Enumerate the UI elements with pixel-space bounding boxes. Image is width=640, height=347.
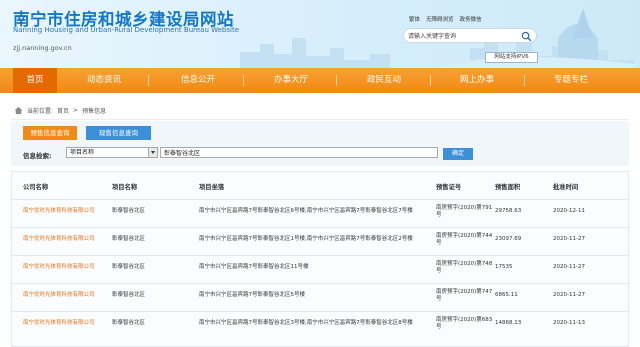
presale-cert: 南房预字(2020)第683号 bbox=[436, 316, 493, 331]
nav-news[interactable]: 动态资讯 bbox=[79, 68, 129, 93]
approval-date: 2020-11-27 bbox=[553, 264, 585, 271]
column-header: 项目名称 bbox=[112, 184, 138, 192]
company-link[interactable]: 南宁优时光体育科技有限公司 bbox=[23, 284, 111, 308]
nav-special-topics[interactable]: 专题专栏 bbox=[546, 68, 596, 93]
presale-area: 29758.63 bbox=[495, 208, 522, 215]
presale-cert: 南房预字(2020)第748号 bbox=[436, 260, 493, 275]
accessibility-link[interactable]: 无障碍浏览 bbox=[426, 15, 454, 23]
project-name: 彰泰智谷北区 bbox=[112, 320, 146, 327]
breadcrumb-current: 预售信息 bbox=[82, 107, 107, 115]
column-header: 项目坐落 bbox=[199, 184, 225, 192]
presale-area: 23097.69 bbox=[495, 236, 522, 243]
nav-home[interactable]: 首页 bbox=[13, 68, 57, 93]
search-icon[interactable] bbox=[521, 31, 532, 42]
company-link[interactable]: 南宁优时光体育科技有限公司 bbox=[23, 200, 111, 224]
nav-divider bbox=[148, 75, 149, 86]
presale-area: 17535 bbox=[495, 264, 513, 271]
presale-area: 6865.11 bbox=[495, 292, 518, 299]
breadcrumb-home[interactable]: 首页 bbox=[57, 106, 69, 115]
project-location: 南宁市兴宁区邕宾路7号彰泰智谷北区3号楼,南宁市兴宁区邕宾路7号彰泰智谷北区8号… bbox=[199, 320, 413, 327]
column-header: 预售证号 bbox=[436, 184, 462, 192]
divider bbox=[11, 119, 629, 120]
table-row[interactable]: 南宁优时光体育科技有限公司 彰泰智谷北区 南宁市兴宁区邕宾路7号彰泰智谷北区3号… bbox=[12, 311, 628, 336]
breadcrumb-separator: > bbox=[73, 106, 79, 114]
table-row[interactable]: 南宁优时光体育科技有限公司 彰泰智谷北区 南宁市兴宁区邕宾路7号彰泰智谷北区11… bbox=[12, 255, 628, 280]
column-header: 预售面积 bbox=[495, 184, 521, 192]
column-header: 批准时间 bbox=[553, 184, 579, 192]
nav-divider bbox=[430, 75, 431, 86]
column-header: 公司名称 bbox=[23, 184, 49, 192]
company-link[interactable]: 南宁优时光体育科技有限公司 bbox=[23, 256, 111, 280]
project-location: 南宁市兴宁区邕宾路7号彰泰智谷北区6号楼,南宁市兴宁区邕宾路7号彰泰智谷北区7号… bbox=[199, 208, 413, 215]
breadcrumb-prefix: 当前位置: bbox=[27, 107, 54, 115]
site-domain: zjj.nanning.gov.cn bbox=[13, 44, 72, 52]
presale-cert: 南房预字(2020)第791号 bbox=[436, 204, 493, 219]
project-name: 彰泰智谷北区 bbox=[112, 208, 146, 215]
filter-panel: 预售信息查询 现售信息查询 信息检索: 项目名称 确定 bbox=[11, 121, 629, 166]
project-name: 彰泰智谷北区 bbox=[112, 292, 146, 299]
top-links: 繁体 无障碍浏览 政务微信 bbox=[409, 15, 482, 23]
presale-area: 14868.13 bbox=[495, 320, 522, 327]
company-link[interactable]: 南宁优时光体育科技有限公司 bbox=[23, 228, 111, 252]
nav-interaction[interactable]: 政民互动 bbox=[359, 68, 409, 93]
table-header: 公司名称 项目名称 项目坐落 预售证号 预售面积 批准时间 bbox=[12, 178, 628, 198]
chevron-down-icon bbox=[148, 148, 157, 157]
site-title-en: Nanning Housing and Urban-Rural Developm… bbox=[13, 26, 240, 34]
site-header: 南宁市住房和城乡建设局网站 Nanning Housing and Urban-… bbox=[0, 0, 640, 68]
approval-date: 2020-11-13 bbox=[553, 320, 585, 327]
presale-table: 公司名称 项目名称 项目坐落 预售证号 预售面积 批准时间 南宁优时光体育科技有… bbox=[11, 171, 629, 347]
tab-current-sale-query[interactable]: 现售信息查询 bbox=[86, 126, 151, 140]
nav-online-service[interactable]: 网上办事 bbox=[452, 68, 502, 93]
ipv6-badge: 网站支持IPV6 bbox=[485, 52, 538, 63]
nav-divider bbox=[243, 75, 244, 86]
filter-label: 信息检索: bbox=[23, 152, 52, 160]
search-box bbox=[403, 28, 537, 43]
nav-divider bbox=[336, 75, 337, 86]
breadcrumb: 当前位置: 首页 > 预售信息 bbox=[14, 104, 106, 116]
company-link[interactable]: 南宁优时光体育科技有限公司 bbox=[23, 312, 111, 336]
project-name: 彰泰智谷北区 bbox=[112, 236, 146, 243]
approval-date: 2020-11-27 bbox=[553, 292, 585, 299]
search-field-select[interactable]: 项目名称 bbox=[66, 147, 158, 158]
project-location: 南宁市兴宁区邕宾路7号彰泰智谷北区5号楼 bbox=[199, 292, 305, 299]
presale-cert: 南房预字(2020)第744号 bbox=[436, 232, 493, 247]
keyword-input[interactable] bbox=[160, 147, 438, 158]
project-name: 彰泰智谷北区 bbox=[112, 264, 146, 271]
approval-date: 2020-11-27 bbox=[553, 236, 585, 243]
nav-info-disclosure[interactable]: 信息公开 bbox=[173, 68, 223, 93]
table-row[interactable]: 南宁优时光体育科技有限公司 彰泰智谷北区 南宁市兴宁区邕宾路7号彰泰智谷北区5号… bbox=[12, 283, 628, 308]
nav-service-hall[interactable]: 办事大厅 bbox=[266, 68, 316, 93]
home-icon bbox=[14, 106, 23, 114]
nav-divider bbox=[524, 75, 525, 86]
confirm-button[interactable]: 确定 bbox=[443, 148, 473, 160]
presale-cert: 南房预字(2020)第747号 bbox=[436, 288, 493, 303]
search-field-value: 项目名称 bbox=[70, 149, 95, 156]
project-location: 南宁市兴宁区邕宾路7号彰泰智谷北区1号楼,南宁市兴宁区邕宾路7号彰泰智谷北区2号… bbox=[199, 236, 413, 243]
table-row[interactable]: 南宁优时光体育科技有限公司 彰泰智谷北区 南宁市兴宁区邕宾路7号彰泰智谷北区6号… bbox=[12, 199, 628, 224]
approval-date: 2020-12-11 bbox=[553, 208, 585, 215]
tab-presale-query[interactable]: 预售信息查询 bbox=[23, 126, 77, 140]
traditional-chinese-link[interactable]: 繁体 bbox=[409, 15, 420, 23]
search-input[interactable] bbox=[408, 30, 520, 41]
table-row[interactable]: 南宁优时光体育科技有限公司 彰泰智谷北区 南宁市兴宁区邕宾路7号彰泰智谷北区1号… bbox=[12, 227, 628, 252]
main-nav: 首页 动态资讯 信息公开 办事大厅 政民互动 网上办事 专题专栏 bbox=[0, 68, 640, 93]
project-location: 南宁市兴宁区邕宾路7号彰泰智谷北区11号楼 bbox=[199, 264, 309, 271]
wechat-link[interactable]: 政务微信 bbox=[460, 15, 482, 23]
